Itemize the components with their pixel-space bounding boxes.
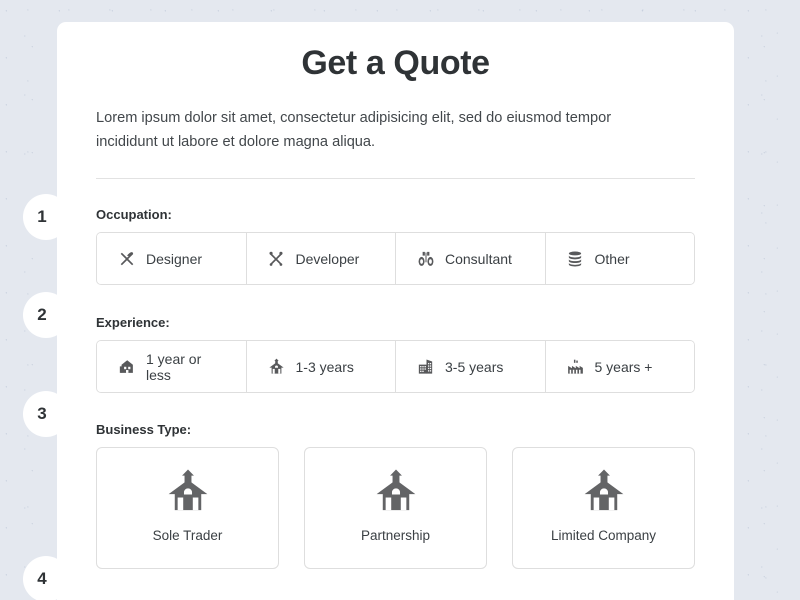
- question-occupation: Occupation: Designer Developer Consultan…: [96, 207, 695, 286]
- option-label: Limited Company: [550, 528, 657, 544]
- option-3-5-years[interactable]: 3-5 years: [395, 341, 545, 393]
- option-label: Partnership: [360, 528, 431, 544]
- option-row-experience: 1 year or less 1-3 years 3-5 years 5 yea…: [96, 340, 695, 394]
- schoolhouse-icon: [373, 468, 419, 514]
- layers-stack-icon: [566, 249, 585, 268]
- card-row-business-type: Sole Trader Partnership Limited Company: [96, 447, 695, 570]
- step-badge-4: 4: [23, 556, 69, 600]
- option-label: Developer: [295, 250, 360, 267]
- tools-icon: [267, 249, 286, 268]
- pen-nib-icon: [117, 249, 136, 268]
- intro-paragraph: Lorem ipsum dolor sit amet, consectetur …: [96, 110, 612, 150]
- option-5-years-plus[interactable]: 5 years +: [544, 341, 694, 393]
- option-sole-trader[interactable]: Sole Trader: [96, 447, 279, 570]
- factory-icon: [566, 357, 585, 376]
- question-label-business-type: Business Type:: [96, 422, 192, 438]
- header-divider: [96, 178, 695, 180]
- step-badge-2: 2: [23, 292, 69, 338]
- option-designer[interactable]: Designer: [97, 233, 246, 285]
- question-label-occupation: Occupation:: [96, 207, 172, 223]
- option-label: 5 years +: [594, 358, 653, 375]
- option-1-year-or-less[interactable]: 1 year or less: [97, 341, 246, 393]
- option-label: 3-5 years: [445, 358, 504, 375]
- option-row-occupation: Designer Developer Consultant Other: [96, 232, 695, 286]
- option-label: 1-3 years: [295, 358, 354, 375]
- option-consultant[interactable]: Consultant: [395, 233, 545, 285]
- step-badge-1: 1: [23, 194, 69, 240]
- option-1-3-years[interactable]: 1-3 years: [245, 341, 395, 393]
- schoolhouse-icon: [581, 468, 627, 514]
- option-partnership[interactable]: Partnership: [304, 447, 487, 570]
- schoolhouse-icon: [165, 468, 211, 514]
- office-building-icon: [416, 357, 435, 376]
- option-label: Consultant: [445, 250, 512, 267]
- quote-form-card: Get a Quote Lorem ipsum dolor sit amet, …: [57, 22, 734, 600]
- question-business-type: Business Type: Sole Trader Partnership L…: [96, 422, 695, 570]
- option-label: 1 year or less: [146, 350, 202, 383]
- question-label-experience: Experience:: [96, 315, 170, 331]
- binoculars-icon: [416, 249, 435, 268]
- question-experience: Experience: 1 year or less 1-3 years 3-5…: [96, 315, 695, 394]
- schoolhouse-icon: [267, 357, 286, 376]
- step-badge-3: 3: [23, 391, 69, 437]
- option-developer[interactable]: Developer: [245, 233, 395, 285]
- option-label: Other: [594, 250, 630, 267]
- option-label: Sole Trader: [152, 528, 223, 544]
- option-other[interactable]: Other: [544, 233, 694, 285]
- option-limited-company[interactable]: Limited Company: [512, 447, 695, 570]
- page-title: Get a Quote: [301, 44, 490, 82]
- option-label: Designer: [146, 250, 203, 267]
- small-house-icon: [117, 357, 136, 376]
